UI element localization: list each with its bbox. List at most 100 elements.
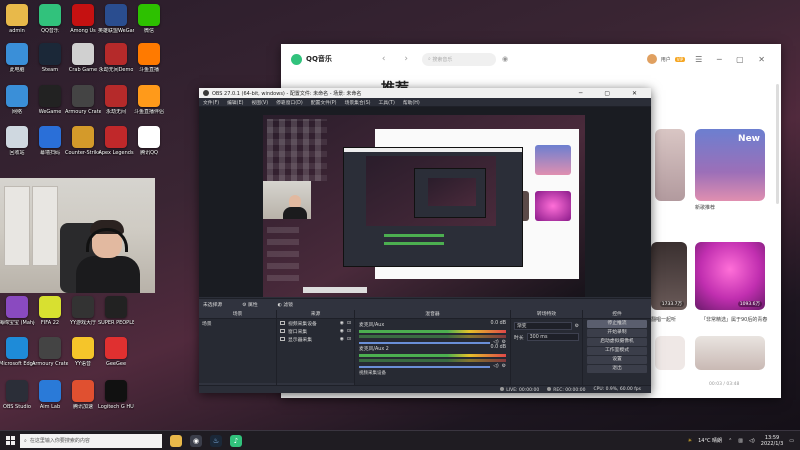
source-item[interactable]: 视频采集设备 ◉ ⊡ xyxy=(277,319,354,327)
menu-item[interactable]: 帮助(H) xyxy=(403,99,420,106)
playlist-card-title[interactable]: 翻唱一起听 xyxy=(651,316,676,323)
desktop-icon[interactable]: 海绵宝宝 (Mahjong... xyxy=(0,296,35,336)
desktop-icon[interactable]: 永劫无间Demo xyxy=(99,43,133,83)
steam-taskbar-icon[interactable]: ♨ xyxy=(210,434,222,447)
scrollbar[interactable] xyxy=(776,84,779,204)
desktop-icon[interactable]: 英雄联盟WeGame版 xyxy=(98,4,134,44)
desktop-icon[interactable]: 回收站 xyxy=(0,126,34,166)
desktop-icon[interactable]: GeeGee xyxy=(99,337,133,377)
desktop-icon[interactable]: Crab Game xyxy=(66,43,100,83)
desktop-icon[interactable]: QQ音乐 xyxy=(33,4,67,44)
control-button[interactable]: 停止推流 xyxy=(587,320,647,328)
speaker-icon[interactable]: ◁) xyxy=(493,364,499,369)
start-button[interactable] xyxy=(0,436,20,445)
obs-titlebar[interactable]: OBS 27.0.1 (64-bit, windows) - 配置文件: 未命名… xyxy=(199,88,651,98)
menu-item[interactable]: 编辑(E) xyxy=(227,99,243,106)
playlist-card-title[interactable]: 新歌推荐 xyxy=(695,204,715,211)
network-icon[interactable]: ▥ xyxy=(738,438,743,444)
menu-item[interactable]: 视图(V) xyxy=(251,99,268,106)
gear-icon[interactable]: ⚙ xyxy=(575,324,579,329)
menu-item[interactable]: 文件(F) xyxy=(203,99,219,106)
obs-taskbar-icon[interactable]: ◉ xyxy=(190,434,202,447)
source-item[interactable]: 显示器采集 ◉ ⊡ xyxy=(277,335,354,343)
desktop-icon[interactable]: OBS Studio xyxy=(0,380,34,420)
eye-icon[interactable]: ◉ xyxy=(340,329,344,334)
desktop-icon[interactable]: Armoury Crate - ... xyxy=(32,337,68,377)
desktop-icon[interactable]: 此电脑 xyxy=(0,43,34,83)
transition-select[interactable]: 渐变 xyxy=(514,322,572,330)
desktop-icon[interactable]: 网络 xyxy=(0,85,34,125)
qq-window-controls[interactable]: ☰ ─ ▢ ✕ xyxy=(695,55,771,64)
eye-icon[interactable]: ◉ xyxy=(340,337,344,342)
desktop-icon[interactable]: 斗鱼直播 xyxy=(132,43,166,83)
qq-music-taskbar-icon[interactable]: ♪ xyxy=(230,434,242,447)
desktop-icon[interactable]: Armoury Crate v3.0.11.0 xyxy=(65,85,101,125)
filters-button[interactable]: ◐ 滤镜 xyxy=(278,301,293,308)
obs-window[interactable]: OBS 27.0.1 (64-bit, windows) - 配置文件: 未命名… xyxy=(199,88,651,393)
desktop-icon[interactable]: Aim Lab xyxy=(33,380,67,420)
desktop-icon[interactable]: YY游戏大厅 xyxy=(66,296,100,336)
desktop-icon[interactable]: 斗鱼直播伴侣 xyxy=(132,85,166,125)
playlist-card[interactable] xyxy=(655,129,685,201)
control-button[interactable]: 退出 xyxy=(587,365,647,373)
playlist-card-new[interactable]: New xyxy=(695,129,765,201)
qq-user[interactable]: 用户 VIP xyxy=(646,54,686,64)
volume-slider[interactable] xyxy=(359,341,491,344)
desktop-icon[interactable]: WeGame xyxy=(33,85,67,125)
desktop-icon[interactable]: FIFA 22 xyxy=(33,296,67,336)
eye-icon[interactable]: ◉ xyxy=(340,321,344,326)
menu-item[interactable]: 停靠窗口(D) xyxy=(276,99,303,106)
obs-preview[interactable] xyxy=(199,107,651,297)
desktop-icon[interactable]: Apex Legends xyxy=(98,126,134,166)
user-name[interactable]: 用户 xyxy=(661,56,671,63)
playlist-card[interactable] xyxy=(695,336,765,370)
file-explorer-icon[interactable] xyxy=(170,434,182,447)
mic-icon[interactable]: ◉ xyxy=(502,55,508,63)
qq-logo[interactable]: QQ音乐 xyxy=(291,53,332,65)
lock-icon[interactable]: ⊡ xyxy=(347,321,351,326)
volume-slider[interactable] xyxy=(359,365,491,368)
notification-icon[interactable]: ▭ xyxy=(789,438,794,444)
desktop-icon[interactable]: 永劫无间 xyxy=(99,85,133,125)
desktop-icon[interactable]: 腾讯QQ xyxy=(132,126,166,166)
desktop-icon[interactable]: Logitech G HUB xyxy=(98,380,134,420)
menu-item[interactable]: 工具(T) xyxy=(379,99,395,106)
playlist-card[interactable]: 1093.6万 xyxy=(695,242,765,310)
control-button[interactable]: 设置 xyxy=(587,356,647,364)
desktop-icon[interactable]: 腾讯加速 xyxy=(66,380,100,420)
control-button[interactable]: 开始录制 xyxy=(587,329,647,337)
desktop-icon[interactable]: Among Us xyxy=(66,4,100,44)
obs-icon xyxy=(6,380,28,402)
menu-item[interactable]: 配置文件(P) xyxy=(311,99,337,106)
avatar[interactable] xyxy=(646,54,657,64)
taskbar-search[interactable]: ⌕ 在这里输入你要搜索的内容 xyxy=(20,433,162,448)
obs-window-controls[interactable]: ─ ▢ ✕ xyxy=(579,90,647,97)
desktop-icon[interactable]: 微信 xyxy=(132,4,166,44)
desktop-icon[interactable]: 幕墙扫码 xyxy=(33,126,67,166)
properties-button[interactable]: ⚙ 属性 xyxy=(242,301,257,308)
nav-arrows[interactable]: ‹ › xyxy=(382,54,416,64)
weather-text[interactable]: 14°C 晴朗 xyxy=(698,437,722,444)
menu-item[interactable]: 场景集合(S) xyxy=(345,99,371,106)
desktop-icon[interactable]: Microsoft Edge xyxy=(0,337,35,377)
desktop-icon[interactable]: YY语音 xyxy=(66,337,100,377)
lock-icon[interactable]: ⊡ xyxy=(347,337,351,342)
desktop-icon[interactable]: SUPER PEOPLE CBT xyxy=(98,296,134,336)
clock[interactable]: 13:59 2022/1/3 xyxy=(761,435,783,447)
desktop-icon[interactable]: Counter-Strike Global Of... xyxy=(65,126,101,166)
desktop-icon[interactable]: Steam xyxy=(33,43,67,83)
volume-icon[interactable]: ◁) xyxy=(749,438,755,444)
gear-icon[interactable]: ⚙ xyxy=(502,364,506,369)
desktop-icon[interactable]: admin xyxy=(0,4,34,44)
playlist-card-title[interactable]: 「非常精选」属于90后的青春 xyxy=(701,316,767,323)
lock-icon[interactable]: ⊡ xyxy=(347,329,351,334)
control-button[interactable]: 启动虚拟摄像机 xyxy=(587,338,647,346)
playlist-card[interactable]: 1733.7万 xyxy=(651,242,687,310)
control-button[interactable]: 工作室模式 xyxy=(587,347,647,355)
qq-search-input[interactable]: ⌕ 搜索音乐 xyxy=(421,52,496,66)
duration-input[interactable]: 300 ms xyxy=(526,333,579,341)
scene-item[interactable]: 场景 xyxy=(199,319,276,327)
playlist-card[interactable] xyxy=(655,336,685,370)
tray-up-icon[interactable]: ⌃ xyxy=(728,438,732,444)
source-item[interactable]: 窗口采集 ◉ ⊡ xyxy=(277,327,354,335)
